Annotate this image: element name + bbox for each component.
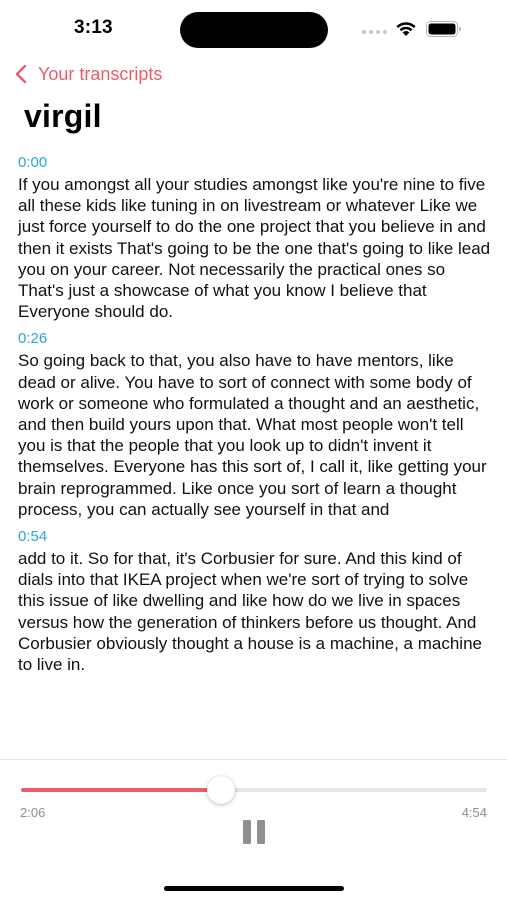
status-bar: 3:13 [0, 0, 507, 60]
status-time: 3:13 [74, 17, 113, 38]
dynamic-island [180, 12, 328, 48]
transcript-segment: 0:00 If you amongst all your studies amo… [18, 152, 493, 322]
transcript-segment: 0:26 So going back to that, you also hav… [18, 328, 493, 520]
segment-timestamp[interactable]: 0:54 [18, 526, 493, 548]
pause-icon[interactable] [240, 818, 268, 846]
playback-slider-thumb[interactable] [206, 776, 235, 804]
segment-text: add to it. So for that, it's Corbusier f… [18, 549, 482, 675]
battery-icon [426, 21, 461, 37]
segment-timestamp[interactable]: 0:00 [18, 152, 493, 174]
total-duration: 4:54 [461, 805, 487, 820]
home-indicator [164, 886, 344, 891]
elapsed-time: 2:06 [20, 805, 46, 820]
page-title: virgil [24, 98, 102, 134]
transcript: 0:00 If you amongst all your studies amo… [18, 152, 493, 681]
transcript-segment: 0:54 add to it. So for that, it's Corbus… [18, 526, 493, 675]
segment-text: If you amongst all your studies amongst … [18, 175, 491, 322]
cellular-signal-icon [362, 30, 387, 34]
segment-timestamp[interactable]: 0:26 [18, 328, 493, 350]
chevron-left-icon [15, 64, 27, 84]
player-divider [0, 759, 507, 760]
back-label: Your transcripts [38, 63, 163, 84]
wifi-icon [396, 22, 416, 36]
segment-text: So going back to that, you also have to … [18, 351, 487, 519]
back-button[interactable]: Your transcripts [14, 61, 162, 87]
playback-progress-fill [21, 788, 221, 792]
playback-slider[interactable] [21, 776, 487, 804]
